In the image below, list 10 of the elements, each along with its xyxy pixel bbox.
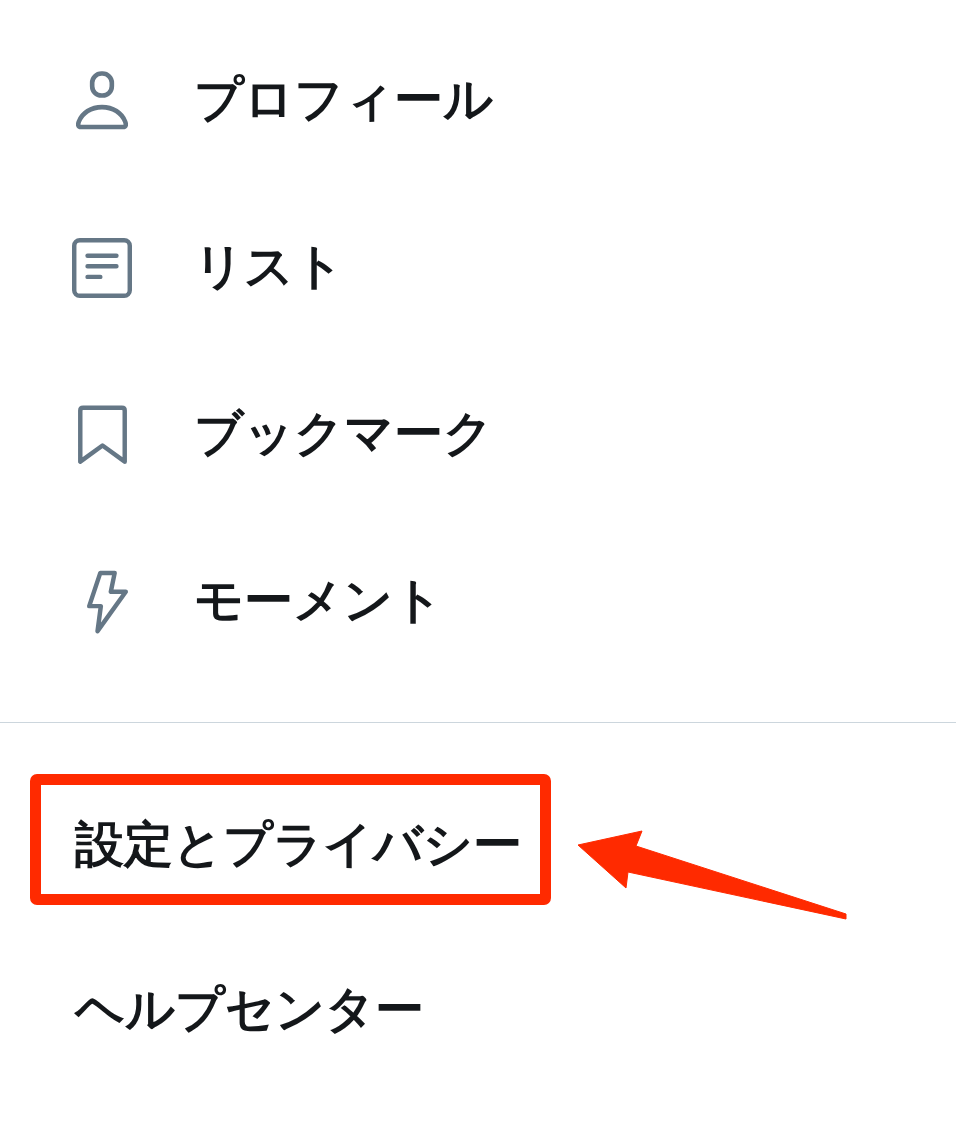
- menu-item[interactable]: プロフィール: [72, 70, 493, 131]
- menu-item[interactable]: リスト: [72, 237, 344, 298]
- menu-item[interactable]: 設定とプライバシー: [75, 816, 522, 875]
- lightning-icon: [87, 569, 128, 634]
- bookmark-icon: [77, 404, 127, 465]
- menu-item[interactable]: ブックマーク: [72, 404, 493, 465]
- document-lines-icon: [72, 237, 132, 298]
- menu-item[interactable]: ヘルプセンター: [75, 981, 424, 1040]
- menu-item[interactable]: モーメント: [72, 569, 443, 634]
- person-icon: [76, 70, 128, 131]
